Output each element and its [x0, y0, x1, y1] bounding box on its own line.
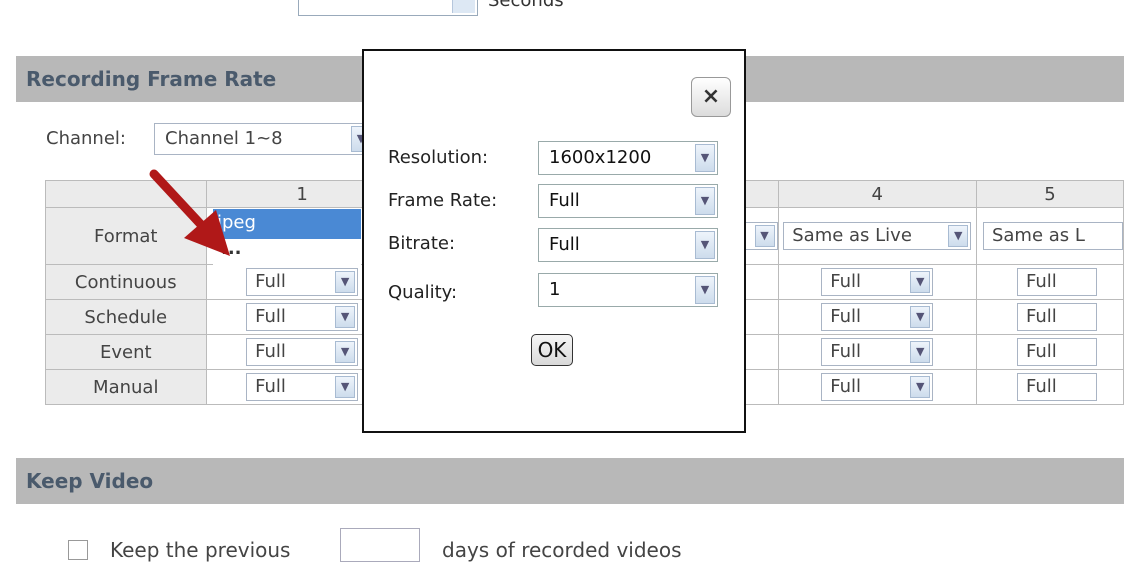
keep-days-input[interactable] [340, 528, 420, 562]
rate-cell: Full ▼ [777, 299, 977, 335]
row-label: Event [45, 334, 207, 370]
chevron-down-icon: ▼ [910, 271, 931, 293]
rate-value: Full [255, 306, 286, 327]
frame-rate-value: Full [549, 190, 580, 211]
channel-label: Channel: [46, 128, 126, 149]
quality-select[interactable]: 1 ▼ [538, 273, 718, 307]
frame-rate-select[interactable]: Full ▼ [538, 184, 718, 218]
channel-select-value: Channel 1~8 [165, 128, 283, 149]
chevron-down-icon: ▼ [695, 231, 715, 259]
rate-select[interactable]: Full [1016, 268, 1097, 296]
chevron-down-icon [452, 0, 475, 13]
rate-value: Full [830, 341, 862, 362]
format-cell[interactable]: Same as L [975, 207, 1124, 265]
resolution-select[interactable]: 1600x1200 ▼ [538, 141, 718, 175]
red-arrow-icon [149, 169, 230, 256]
chevron-down-icon: ▼ [335, 306, 356, 328]
rate-cell: Full ▼ [777, 369, 977, 405]
rate-select[interactable]: Full [1016, 373, 1097, 401]
format-select-value: Same as L [991, 225, 1085, 246]
channel-select[interactable]: Channel 1~8 ▼ [154, 123, 374, 155]
chevron-down-icon: ▼ [695, 276, 715, 304]
rate-value: Full [255, 376, 286, 397]
rate-cell: Full [975, 264, 1124, 300]
close-button[interactable]: × [691, 77, 731, 117]
rate-value: Full [1025, 341, 1057, 362]
rate-value: Full [1025, 376, 1057, 397]
quality-value: 1 [549, 279, 561, 300]
rate-value: Full [830, 306, 862, 327]
close-icon: × [701, 84, 721, 109]
keep-previous-text: Keep the previous [110, 538, 291, 562]
rate-select[interactable]: Full [1016, 338, 1097, 366]
quality-label: Quality: [388, 282, 458, 303]
keep-days-suffix-text: days of recorded videos [442, 538, 682, 562]
chevron-down-icon: ▼ [695, 144, 715, 172]
rate-select[interactable]: Full [1016, 303, 1097, 331]
stream-settings-dialog: × Resolution: 1600x1200 ▼ Frame Rate: Fu… [362, 49, 746, 433]
format-cell[interactable]: Same as Live ▼ [777, 207, 977, 265]
chevron-down-icon: ▼ [948, 225, 969, 247]
keep-video-checkbox[interactable] [68, 540, 88, 560]
rate-value: Full [1025, 271, 1057, 292]
rate-select[interactable]: Full ▼ [246, 338, 359, 366]
rate-cell: Full ▼ [777, 264, 977, 300]
chevron-down-icon: ▼ [754, 225, 775, 247]
bitrate-label: Bitrate: [388, 233, 456, 254]
format-select[interactable]: Same as L [982, 222, 1123, 250]
chevron-down-icon: ▼ [910, 341, 931, 363]
chevron-down-icon: ▼ [335, 341, 356, 363]
rate-select[interactable]: Full ▼ [821, 268, 934, 296]
chevron-down-icon: ▼ [695, 187, 715, 215]
rate-select[interactable]: Full ▼ [821, 373, 934, 401]
chevron-down-icon: ▼ [335, 376, 356, 398]
rate-select[interactable]: Full ▼ [821, 303, 934, 331]
bitrate-select[interactable]: Full ▼ [538, 228, 718, 262]
rate-cell: Full ▼ [777, 334, 977, 370]
rate-value: Full [1025, 306, 1057, 327]
rate-value: Full [255, 341, 286, 362]
chevron-down-icon: ▼ [910, 306, 931, 328]
row-label: Manual [45, 369, 207, 405]
ok-button[interactable]: OK [531, 334, 573, 366]
top-unit-text: Seconds [488, 0, 564, 11]
frame-rate-label: Frame Rate: [388, 190, 498, 211]
format-select-value: Same as Live [792, 225, 912, 246]
format-select[interactable]: Same as Live ▼ [783, 222, 972, 250]
rate-value: Full [255, 271, 286, 292]
rate-select[interactable]: Full ▼ [246, 268, 359, 296]
rate-cell: Full [975, 369, 1124, 405]
rate-value: Full [830, 271, 862, 292]
bitrate-value: Full [549, 234, 580, 255]
rate-cell: Full [975, 334, 1124, 370]
rate-select[interactable]: Full ▼ [821, 338, 934, 366]
top-select[interactable] [298, 0, 478, 16]
row-label: Schedule [45, 299, 207, 335]
column-header: 5 [975, 180, 1124, 208]
rate-value: Full [830, 376, 862, 397]
column-header: 4 [777, 180, 977, 208]
resolution-value: 1600x1200 [549, 147, 652, 168]
rate-select[interactable]: Full ▼ [246, 373, 359, 401]
resolution-label: Resolution: [388, 147, 489, 168]
keep-video-header: Keep Video [16, 458, 1124, 504]
rate-select[interactable]: Full ▼ [246, 303, 359, 331]
rate-cell: Full [975, 299, 1124, 335]
chevron-down-icon: ▼ [335, 271, 356, 293]
chevron-down-icon: ▼ [910, 376, 931, 398]
